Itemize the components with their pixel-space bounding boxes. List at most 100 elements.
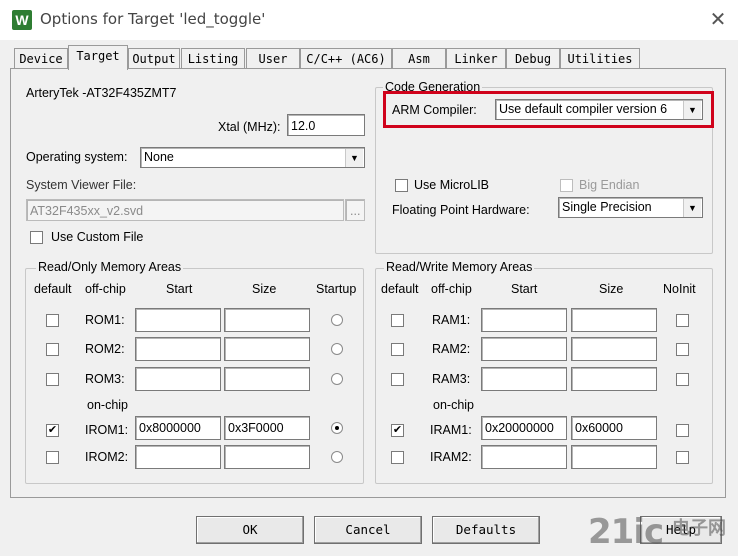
rom1-size-input[interactable] (224, 308, 310, 332)
irom2-label: IROM2: (85, 450, 129, 464)
irom2-start-input[interactable] (135, 445, 221, 469)
tab-listing[interactable]: Listing (181, 48, 245, 69)
rom3-default-checkbox[interactable] (46, 373, 59, 386)
tab-c-cpp[interactable]: C/C++ (AC6) (300, 48, 392, 69)
irom1-startup-radio[interactable] (331, 422, 343, 434)
rom3-size-input[interactable] (224, 367, 310, 391)
rw-memory-title: Read/Write Memory Areas (384, 260, 535, 274)
arm-compiler-select[interactable]: Use default compiler version 6 ▼ (495, 99, 703, 120)
tab-asm[interactable]: Asm (392, 48, 446, 69)
use-microlib-label: Use MicroLIB (414, 178, 490, 192)
ro-memory-title: Read/Only Memory Areas (36, 260, 184, 274)
ram1-label: RAM1: (432, 313, 471, 327)
watermark-logo: 21ic 电子网 (588, 512, 738, 556)
ram1-size-input[interactable] (571, 308, 657, 332)
ram3-default-checkbox[interactable] (391, 373, 404, 386)
tab-target[interactable]: Target (68, 45, 128, 70)
fph-value: Single Precision (562, 200, 652, 214)
chevron-down-icon[interactable]: ▼ (345, 149, 363, 167)
ram2-size-input[interactable] (571, 337, 657, 361)
rom2-startup-radio[interactable] (331, 343, 343, 355)
rom1-startup-radio[interactable] (331, 314, 343, 326)
irom2-default-checkbox[interactable] (46, 451, 59, 464)
rom1-default-checkbox[interactable] (46, 314, 59, 327)
ram1-start-input[interactable] (481, 308, 567, 332)
close-icon[interactable]: ✕ (708, 7, 728, 32)
irom2-startup-radio[interactable] (331, 451, 343, 463)
tab-utilities[interactable]: Utilities (560, 48, 640, 69)
ram1-noinit-checkbox[interactable] (676, 314, 689, 327)
browse-button[interactable]: ... (345, 199, 365, 221)
svd-label: System Viewer File: (26, 178, 137, 192)
iram2-default-checkbox[interactable] (391, 451, 404, 464)
ram3-label: RAM3: (432, 372, 471, 386)
tab-debug[interactable]: Debug (506, 48, 560, 69)
tab-output[interactable]: Output (128, 48, 180, 69)
iram2-size-input[interactable] (571, 445, 657, 469)
ro-header-offchip: off-chip (85, 282, 126, 296)
iram1-default-checkbox[interactable]: ✔ (391, 424, 404, 437)
fph-select[interactable]: Single Precision ▼ (558, 197, 703, 218)
rom2-size-input[interactable] (224, 337, 310, 361)
rw-header-noinit: NoInit (663, 282, 696, 296)
ram2-start-input[interactable] (481, 337, 567, 361)
chevron-down-icon[interactable]: ▼ (683, 199, 701, 217)
device-name: ArteryTek -AT32F435ZMT7 (26, 86, 177, 100)
rom2-default-checkbox[interactable] (46, 343, 59, 356)
chevron-down-icon[interactable]: ▼ (683, 101, 701, 119)
big-endian-checkbox[interactable] (560, 179, 573, 192)
cancel-button[interactable]: Cancel (314, 516, 422, 544)
os-select[interactable]: None ▼ (140, 147, 365, 168)
defaults-button[interactable]: Defaults (432, 516, 540, 544)
ram2-noinit-checkbox[interactable] (676, 343, 689, 356)
iram1-noinit-checkbox[interactable] (676, 424, 689, 437)
arm-compiler-value: Use default compiler version 6 (499, 102, 668, 116)
ro-header-size: Size (252, 282, 277, 296)
rom1-start-input[interactable] (135, 308, 221, 332)
rw-onchip-label: on-chip (433, 398, 474, 412)
irom1-size-input[interactable]: 0x3F0000 (224, 416, 310, 440)
ram3-size-input[interactable] (571, 367, 657, 391)
rom1-label: ROM1: (85, 313, 125, 327)
xtal-label: Xtal (MHz): (218, 120, 281, 134)
iram2-label: IRAM2: (430, 450, 472, 464)
iram1-start-input[interactable]: 0x20000000 (481, 416, 567, 440)
watermark-cn: 电子网 (672, 518, 726, 539)
use-custom-file-checkbox[interactable] (30, 231, 43, 244)
ram3-start-input[interactable] (481, 367, 567, 391)
ro-header-default: default (34, 282, 72, 296)
irom1-default-checkbox[interactable]: ✔ (46, 424, 59, 437)
ok-button[interactable]: OK (196, 516, 304, 544)
tab-device[interactable]: Device (14, 48, 68, 69)
watermark-brand: 21ic (588, 512, 664, 552)
rw-header-size: Size (599, 282, 624, 296)
ram2-label: RAM2: (432, 342, 471, 356)
iram2-start-input[interactable] (481, 445, 567, 469)
tab-user[interactable]: User (246, 48, 300, 69)
ram3-noinit-checkbox[interactable] (676, 373, 689, 386)
iram2-noinit-checkbox[interactable] (676, 451, 689, 464)
irom2-size-input[interactable] (224, 445, 310, 469)
iram1-label: IRAM1: (430, 423, 472, 437)
ram1-default-checkbox[interactable] (391, 314, 404, 327)
irom1-start-input[interactable]: 0x8000000 (135, 416, 221, 440)
use-microlib-checkbox[interactable] (395, 179, 408, 192)
ram2-default-checkbox[interactable] (391, 343, 404, 356)
ro-onchip-label: on-chip (87, 398, 128, 412)
irom1-label: IROM1: (85, 423, 129, 437)
ro-header-startup: Startup (316, 282, 357, 296)
rom2-start-input[interactable] (135, 337, 221, 361)
fph-label: Floating Point Hardware: (392, 203, 530, 217)
rom3-startup-radio[interactable] (331, 373, 343, 385)
svd-file-input[interactable]: AT32F435xx_v2.svd (26, 199, 344, 221)
rom3-start-input[interactable] (135, 367, 221, 391)
rw-header-default: default (381, 282, 419, 296)
keil-app-icon: W (12, 10, 32, 30)
rom2-label: ROM2: (85, 342, 125, 356)
rw-header-start: Start (511, 282, 538, 296)
iram1-size-input[interactable]: 0x60000 (571, 416, 657, 440)
arm-compiler-label: ARM Compiler: (392, 103, 477, 117)
use-custom-file-label: Use Custom File (51, 230, 144, 244)
xtal-input[interactable]: 12.0 (287, 114, 365, 136)
tab-linker[interactable]: Linker (446, 48, 506, 69)
